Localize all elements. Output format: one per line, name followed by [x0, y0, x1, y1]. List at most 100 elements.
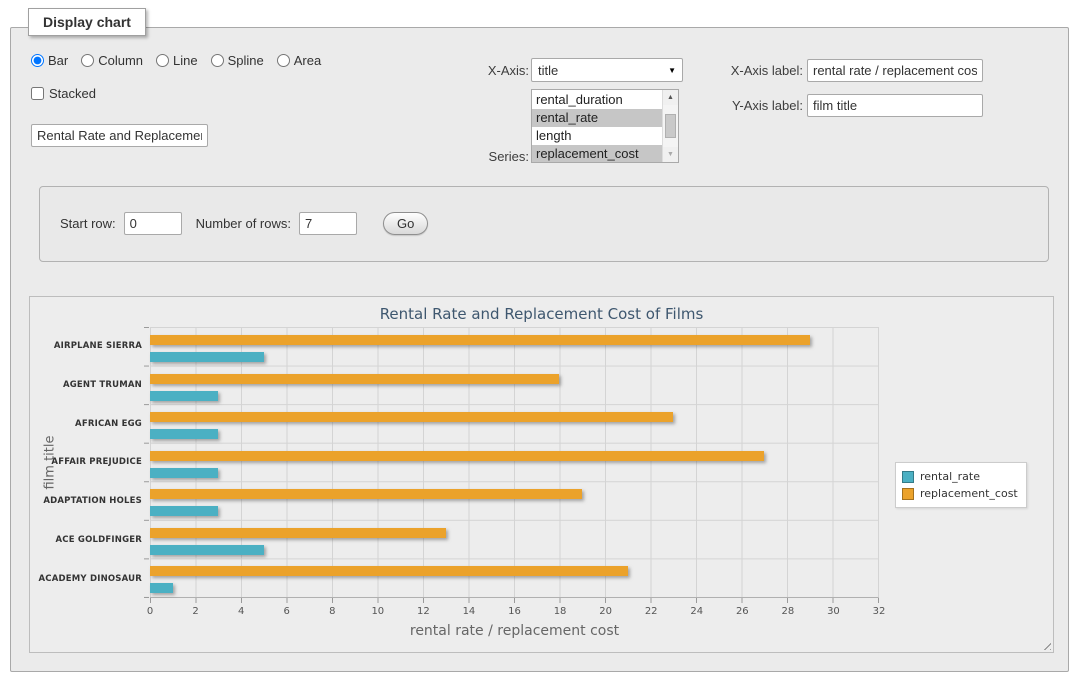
series-option-rental-duration[interactable]: rental_duration [532, 91, 662, 109]
x-tick-label: 4 [238, 606, 244, 617]
x-axis-ticks [150, 598, 879, 603]
category-axis-labels: AIRPLANE SIERRAAGENT TRUMANAFRICAN EGGAF… [30, 327, 142, 598]
category-band [150, 520, 878, 559]
replacement-cost-bar [150, 412, 673, 422]
x-tick-label: 10 [371, 606, 384, 617]
chart-type-radio-bar[interactable] [31, 54, 44, 67]
x-tick-label: 26 [736, 606, 749, 617]
replacement-cost-bar [150, 451, 764, 461]
number-of-rows-input[interactable] [299, 212, 357, 235]
x-tick-label: 20 [599, 606, 612, 617]
x-axis-title: rental rate / replacement cost [150, 623, 879, 639]
rental-rate-bar [150, 391, 218, 401]
category-label: ACE GOLDFINGER [30, 521, 142, 560]
fieldset-legend: Display chart [28, 8, 146, 36]
resize-handle[interactable] [1040, 639, 1051, 650]
y-axis-label-label: Y-Axis label: [711, 98, 803, 113]
rental-rate-bar [150, 429, 218, 439]
stacked-label: Stacked [49, 86, 96, 101]
stacked-checkbox-row: Stacked [31, 86, 96, 101]
start-row-input[interactable] [124, 212, 182, 235]
x-axis-label-label: X-Axis label: [711, 63, 803, 78]
series-option-rental-rate[interactable]: rental_rate [532, 109, 678, 127]
legend-item-rental-rate[interactable]: rental_rate [902, 468, 1018, 485]
chart-type-option-column[interactable]: Column [81, 53, 143, 68]
scroll-down-icon[interactable]: ▼ [663, 147, 678, 162]
y-axis-label-input[interactable] [807, 94, 983, 117]
chart-type-label: Bar [48, 53, 68, 68]
chart-type-option-line[interactable]: Line [156, 53, 198, 68]
category-label: AFFAIR PREJUDICE [30, 443, 142, 482]
legend-swatch-icon [902, 488, 914, 500]
rental-rate-bar [150, 506, 218, 516]
x-tick-label: 8 [329, 606, 335, 617]
x-tick-label: 24 [690, 606, 703, 617]
replacement-cost-bar [150, 566, 628, 576]
x-axis-label-input[interactable] [807, 59, 983, 82]
x-tick-label: 32 [873, 606, 886, 617]
replacement-cost-bar [150, 374, 559, 384]
x-tick-label: 30 [827, 606, 840, 617]
chart-type-radio-group: Bar Column Line Spline Area [31, 53, 321, 68]
category-band [150, 404, 878, 443]
stacked-checkbox[interactable] [31, 87, 44, 100]
series-list-label: Series: [449, 149, 529, 164]
category-label: ACADEMY DINOSAUR [30, 559, 142, 598]
chart-type-radio-area[interactable] [277, 54, 290, 67]
x-axis-select[interactable]: title ▼ [531, 58, 683, 82]
x-axis-select-value: title [538, 63, 558, 78]
chart-container: Rental Rate and Replacement Cost of Film… [29, 296, 1054, 653]
x-axis-select-label: X-Axis: [449, 63, 529, 78]
category-label: AIRPLANE SIERRA [30, 327, 142, 366]
scroll-up-icon[interactable]: ▲ [663, 90, 678, 105]
x-tick-label: 16 [508, 606, 521, 617]
chart-type-option-spline[interactable]: Spline [211, 53, 264, 68]
chart-title: Rental Rate and Replacement Cost of Film… [30, 305, 1053, 323]
chart-type-label: Spline [228, 53, 264, 68]
start-row-label: Start row: [60, 216, 116, 231]
rental-rate-bar [150, 545, 264, 555]
legend-label: replacement_cost [920, 487, 1018, 500]
chart-type-radio-spline[interactable] [211, 54, 224, 67]
chart-type-option-bar[interactable]: Bar [31, 53, 68, 68]
scrollbar-thumb[interactable] [665, 114, 676, 138]
series-listbox[interactable]: rental_durationrental_ratelengthreplacem… [531, 89, 679, 163]
page: Display chart Bar Column Line Spline Area St… [0, 0, 1081, 681]
category-label: AFRICAN EGG [30, 404, 142, 443]
legend-swatch-icon [902, 471, 914, 483]
x-axis-tick-labels: 02468101214161820222426283032 [150, 606, 879, 619]
series-option-length[interactable]: length [532, 127, 662, 145]
replacement-cost-bar [150, 528, 446, 538]
category-band [150, 366, 878, 405]
chart-type-radio-column[interactable] [81, 54, 94, 67]
chart-type-label: Line [173, 53, 198, 68]
x-tick-label: 6 [284, 606, 290, 617]
scrollbar[interactable]: ▲ ▼ [662, 90, 678, 162]
chart-legend: rental_rate replacement_cost [895, 462, 1027, 508]
chart-title-input[interactable] [31, 124, 208, 147]
series-options: rental_durationrental_ratelengthreplacem… [532, 91, 662, 163]
category-band [150, 327, 878, 366]
x-tick-label: 2 [192, 606, 198, 617]
display-chart-fieldset: BarColumnLineSplineArea Stacked X-Axis: … [10, 27, 1069, 672]
category-band [150, 558, 878, 597]
rows-panel: Start row: Number of rows: Go [39, 186, 1049, 262]
legend-item-replacement-cost[interactable]: replacement_cost [902, 485, 1018, 502]
chart-type-option-area[interactable]: Area [277, 53, 321, 68]
series-option-replacement-cost[interactable]: replacement_cost [532, 145, 678, 163]
x-tick-label: 28 [782, 606, 795, 617]
replacement-cost-bar [150, 489, 582, 499]
category-band [150, 481, 878, 520]
x-tick-label: 12 [417, 606, 430, 617]
chart-type-label: Column [98, 53, 143, 68]
legend-label: rental_rate [920, 470, 980, 483]
replacement-cost-bar [150, 335, 810, 345]
number-of-rows-label: Number of rows: [196, 216, 291, 231]
x-tick-label: 0 [147, 606, 153, 617]
plot-area [150, 327, 879, 598]
chart-type-radio-line[interactable] [156, 54, 169, 67]
go-button[interactable]: Go [383, 212, 428, 235]
rental-rate-bar [150, 468, 218, 478]
chart-type-label: Area [294, 53, 321, 68]
x-tick-label: 22 [645, 606, 658, 617]
